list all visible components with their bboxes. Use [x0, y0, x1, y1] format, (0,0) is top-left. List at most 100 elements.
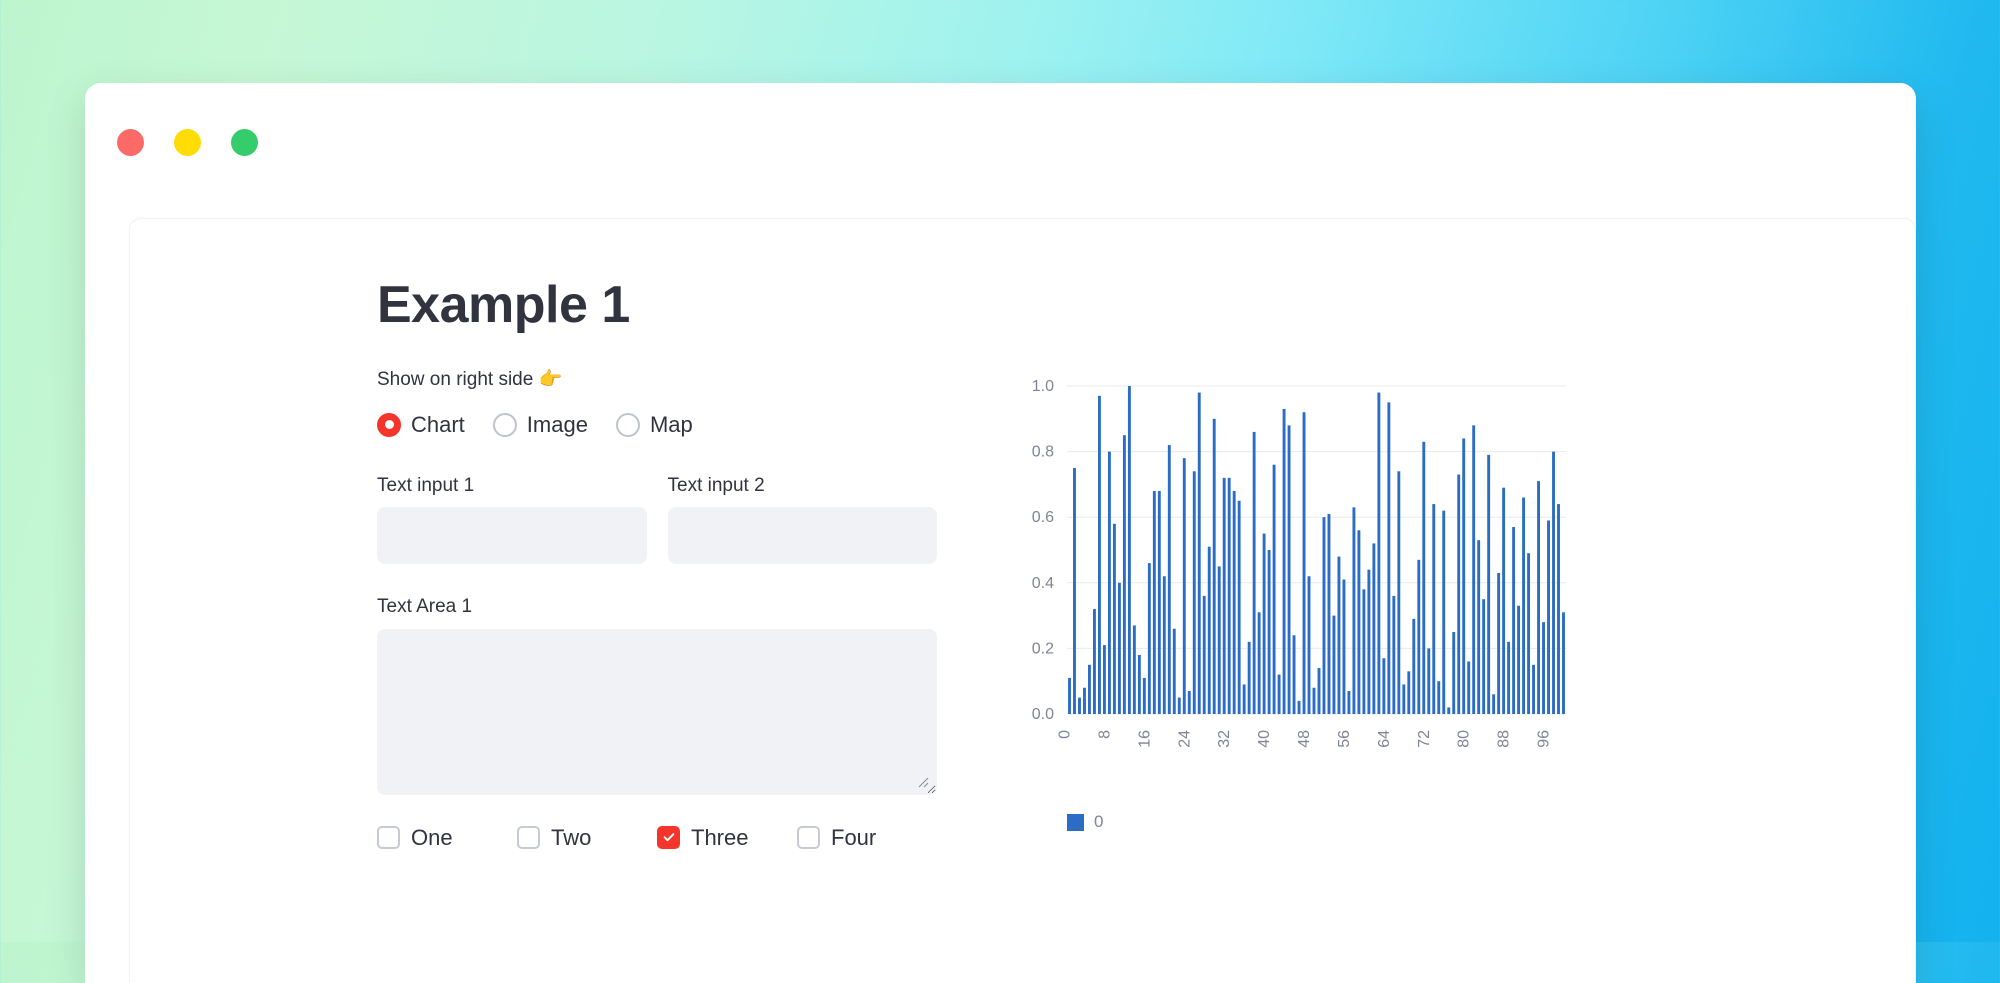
- minimize-window-button[interactable]: [174, 129, 201, 156]
- chart-bar[interactable]: [1068, 678, 1071, 715]
- chart-bar[interactable]: [1447, 707, 1451, 715]
- chart-bar[interactable]: [1287, 425, 1291, 715]
- chart-bar[interactable]: [1107, 451, 1111, 715]
- chart-bar[interactable]: [1147, 563, 1151, 715]
- chart-bar[interactable]: [1282, 409, 1286, 715]
- bar-chart-canvas[interactable]: 0.0 0.2 0.4 0.6 0.8 1.0 0 8 16 24 32 40 48 56 64 72 80 88…: [994, 374, 1574, 794]
- radio-option-map[interactable]: Map: [615, 412, 693, 438]
- chart-bar[interactable]: [1537, 481, 1540, 715]
- chart-bar[interactable]: [1122, 435, 1126, 715]
- checkbox-unchecked-icon[interactable]: [517, 825, 540, 849]
- chart-bar[interactable]: [1222, 478, 1226, 715]
- radio-selected-icon[interactable]: [377, 412, 401, 437]
- chart-bar[interactable]: [1547, 520, 1550, 715]
- chart-bar[interactable]: [1167, 445, 1171, 715]
- chart-bar[interactable]: [1302, 412, 1306, 715]
- chart-bar[interactable]: [1177, 697, 1181, 715]
- chart-bar[interactable]: [1337, 556, 1341, 715]
- text-input-2[interactable]: [667, 507, 937, 565]
- close-window-button[interactable]: [117, 129, 144, 156]
- legend-swatch-series-0[interactable]: [1067, 813, 1084, 831]
- chart-bar[interactable]: [1312, 687, 1316, 715]
- chart-bar[interactable]: [1427, 648, 1431, 715]
- chart-bar[interactable]: [1527, 553, 1531, 715]
- chart-bar[interactable]: [1542, 622, 1545, 715]
- chart-bar[interactable]: [1402, 684, 1406, 715]
- checkbox-unchecked-icon[interactable]: [797, 825, 820, 849]
- chart-bar[interactable]: [1073, 468, 1076, 715]
- chart-bar[interactable]: [1422, 441, 1426, 715]
- chart-bar[interactable]: [1507, 642, 1511, 715]
- chart-bar[interactable]: [1462, 438, 1466, 715]
- bar-chart[interactable]: 0.0 0.2 0.4 0.6 0.8 1.0 0 8 16 24 32 40 48 56 64 72 80 88…: [994, 374, 1634, 832]
- chart-bar[interactable]: [1078, 697, 1081, 715]
- chart-bar[interactable]: [1357, 530, 1361, 715]
- chart-bar[interactable]: [1137, 655, 1141, 715]
- chart-bar[interactable]: [1307, 576, 1311, 715]
- chart-bar[interactable]: [1267, 550, 1271, 715]
- chart-bar[interactable]: [1517, 605, 1521, 715]
- chart-bar[interactable]: [1397, 471, 1401, 715]
- chart-bar[interactable]: [1162, 576, 1166, 715]
- chart-bar[interactable]: [1172, 628, 1176, 715]
- chart-bar[interactable]: [1532, 664, 1536, 715]
- chart-bar[interactable]: [1387, 402, 1391, 715]
- chart-bar[interactable]: [1157, 491, 1161, 715]
- chart-bar[interactable]: [1322, 517, 1326, 715]
- chart-bar[interactable]: [1502, 487, 1506, 715]
- chart-bar[interactable]: [1083, 687, 1086, 715]
- chart-bar[interactable]: [1297, 701, 1301, 715]
- chart-bar[interactable]: [1407, 671, 1411, 715]
- chart-bar[interactable]: [1127, 386, 1131, 715]
- chart-bar[interactable]: [1457, 474, 1461, 715]
- chart-bar[interactable]: [1247, 642, 1251, 715]
- chart-bar[interactable]: [1112, 523, 1116, 715]
- text-input-1[interactable]: [377, 507, 647, 565]
- radio-unselected-icon[interactable]: [615, 412, 640, 437]
- chart-bar[interactable]: [1562, 612, 1565, 715]
- chart-bar[interactable]: [1552, 451, 1555, 715]
- radio-option-chart[interactable]: Chart: [377, 412, 465, 438]
- chart-bar[interactable]: [1472, 425, 1476, 715]
- chart-bar[interactable]: [1412, 619, 1416, 715]
- chart-bar[interactable]: [1382, 658, 1386, 715]
- chart-bar[interactable]: [1557, 504, 1560, 715]
- chart-bar[interactable]: [1317, 668, 1321, 715]
- checkbox-item-two[interactable]: Two: [517, 822, 657, 854]
- chart-bar[interactable]: [1272, 464, 1276, 715]
- chart-bar[interactable]: [1277, 674, 1281, 715]
- chart-bar[interactable]: [1417, 560, 1421, 715]
- radio-option-image[interactable]: Image: [492, 412, 588, 438]
- chart-bar[interactable]: [1512, 527, 1516, 715]
- chart-bar[interactable]: [1252, 432, 1256, 715]
- checkbox-item-four[interactable]: Four: [797, 822, 937, 854]
- checkbox-unchecked-icon[interactable]: [377, 825, 400, 849]
- chart-bar[interactable]: [1093, 609, 1096, 715]
- checkbox-item-one[interactable]: One: [377, 822, 517, 854]
- chart-bar[interactable]: [1292, 635, 1296, 715]
- chart-bar[interactable]: [1217, 566, 1221, 715]
- chart-bar[interactable]: [1327, 514, 1331, 715]
- chart-bar[interactable]: [1522, 497, 1526, 715]
- chart-bar[interactable]: [1212, 418, 1216, 715]
- chart-bar[interactable]: [1232, 491, 1236, 715]
- chart-bar[interactable]: [1347, 691, 1351, 715]
- maximize-window-button[interactable]: [231, 129, 258, 156]
- chart-bar[interactable]: [1482, 599, 1486, 715]
- radio-unselected-icon[interactable]: [492, 412, 517, 437]
- chart-bar[interactable]: [1477, 540, 1481, 715]
- chart-bar[interactable]: [1182, 458, 1186, 715]
- chart-bar[interactable]: [1088, 664, 1091, 715]
- checkbox-item-three[interactable]: Three: [657, 822, 797, 854]
- chart-bar[interactable]: [1497, 573, 1501, 715]
- text-area-1[interactable]: [377, 628, 937, 795]
- chart-bar[interactable]: [1132, 625, 1136, 715]
- chart-bar[interactable]: [1452, 632, 1456, 715]
- chart-bar[interactable]: [1362, 589, 1366, 715]
- checkbox-checked-icon[interactable]: [657, 825, 680, 849]
- chart-bar[interactable]: [1142, 678, 1146, 715]
- chart-bar[interactable]: [1467, 661, 1471, 715]
- chart-bar[interactable]: [1437, 681, 1441, 715]
- chart-bar[interactable]: [1352, 507, 1356, 715]
- chart-bar[interactable]: [1432, 504, 1436, 715]
